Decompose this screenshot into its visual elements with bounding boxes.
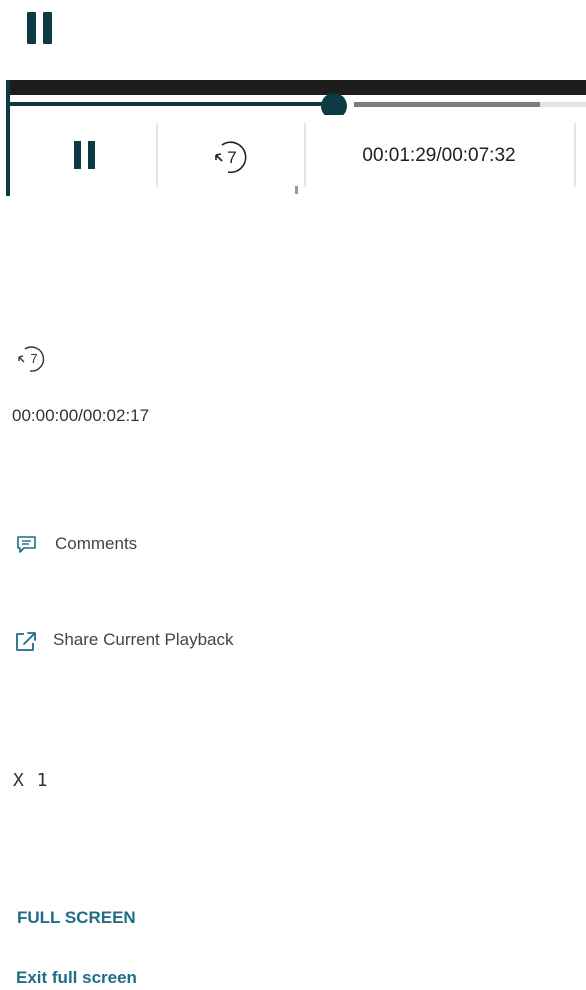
exit-full-screen-button[interactable]: Exit full screen (16, 968, 137, 988)
comment-icon (17, 536, 36, 553)
share-label: Share Current Playback (53, 630, 234, 649)
rewind-7-button-small[interactable]: 7 (15, 343, 51, 378)
full-screen-button[interactable]: FULL SCREEN (17, 908, 136, 928)
rewind-icon: 7 (215, 141, 247, 174)
control-bar: 7 00:01:29/00:07:32 (10, 115, 586, 196)
seek-bar-played (10, 102, 334, 106)
resize-tick (295, 186, 298, 194)
video-bottom-edge (6, 80, 586, 95)
rewind-seconds: 7 (227, 148, 236, 167)
pause-button[interactable] (10, 115, 156, 196)
pause-icon-bar (43, 12, 52, 44)
divider (574, 123, 576, 187)
seek-bar-remaining (540, 102, 586, 107)
rewind-7-button[interactable]: 7 (158, 115, 304, 196)
time-display-secondary: 00:00:00/00:02:17 (12, 406, 150, 425)
playback-speed[interactable]: X 1 (13, 770, 49, 791)
time-display: 00:01:29/00:07:32 (362, 145, 516, 166)
seek-bar-buffered (354, 102, 540, 107)
share-icon (16, 632, 36, 651)
pause-button-top[interactable] (27, 12, 53, 44)
pause-icon (27, 12, 36, 44)
video-player-controls: 7 00:01:29/00:07:32 (6, 80, 586, 196)
comments-label: Comments (55, 534, 138, 553)
rewind-seconds-small: 7 (30, 351, 37, 366)
pause-icon (74, 141, 81, 169)
pause-icon-bar (88, 141, 95, 169)
seek-bar[interactable] (10, 93, 586, 119)
rewind-icon: 7 (18, 346, 45, 372)
